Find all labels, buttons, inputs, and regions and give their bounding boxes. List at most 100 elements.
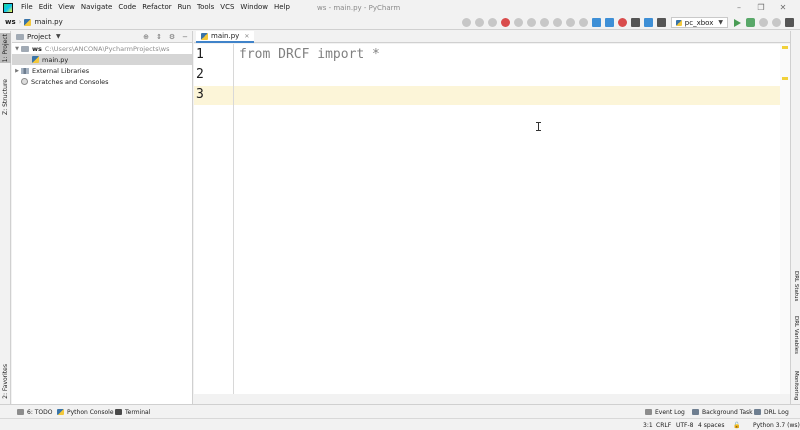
tree-item-libraries-label: External Libraries [32, 66, 90, 75]
pause-icon[interactable] [539, 18, 549, 27]
tool-tab-drl-log[interactable]: DRL Log [754, 405, 789, 419]
tool-tab-terminal-label: Terminal [125, 408, 151, 416]
title-bar: File Edit View Navigate Code Refactor Ru… [0, 0, 800, 15]
project-panel-tools: ⊕ ⇕ ⚙ − [138, 31, 190, 43]
download-icon[interactable] [565, 18, 575, 27]
debug-icon[interactable] [746, 18, 755, 27]
close-button[interactable]: ✕ [772, 3, 794, 12]
menu-tools[interactable]: Tools [194, 0, 217, 15]
indent-setting[interactable]: 4 spaces [698, 419, 724, 430]
connect-icon[interactable] [461, 18, 471, 27]
tool-tab-favorites[interactable]: 2: Favorites [0, 361, 11, 401]
tool-tab-monitoring[interactable]: Monitoring [791, 371, 800, 405]
disconnect-icon[interactable] [474, 18, 484, 27]
text-cursor-icon [536, 122, 541, 131]
resume-icon[interactable] [552, 18, 562, 27]
step-icon[interactable] [578, 18, 588, 27]
expand-arrow-icon[interactable]: ▼ [13, 46, 21, 52]
home-icon[interactable] [513, 18, 523, 27]
caret-position[interactable]: 3:1 [643, 419, 653, 430]
current-line-highlight [194, 86, 790, 105]
chevron-down-icon[interactable]: ▼ [56, 33, 61, 40]
navigation-bar: ws › main.py pc_xbox ▼ [0, 15, 800, 30]
tree-item-external-libraries[interactable]: ▶ External Libraries [12, 65, 192, 76]
servo-on-icon[interactable] [487, 18, 497, 27]
tool-tab-todo[interactable]: 6: TODO [17, 405, 52, 419]
tool-tab-drl-variables[interactable]: DRL Variables [791, 316, 800, 362]
coverage-icon[interactable] [759, 18, 768, 27]
lock-icon[interactable]: 🔓 [733, 419, 740, 430]
background-task-icon [692, 409, 699, 415]
collapse-all-icon[interactable]: ⇕ [154, 33, 164, 41]
collapse-arrow-icon[interactable]: ▶ [13, 68, 21, 74]
tool-tab-structure[interactable]: Z: Structure [0, 77, 11, 117]
tree-item-file-label: main.py [42, 55, 69, 64]
search-everywhere-icon[interactable] [785, 18, 794, 27]
tool-tab-drl-status[interactable]: DRL Status [791, 271, 800, 307]
close-tab-icon[interactable]: ✕ [244, 33, 249, 40]
folder-icon [21, 45, 29, 52]
menu-navigate[interactable]: Navigate [78, 0, 115, 15]
run-icon[interactable] [734, 18, 741, 27]
menu-vcs[interactable]: VCS [217, 0, 237, 15]
tree-item-scratches[interactable]: Scratches and Consoles [12, 76, 192, 87]
gear-icon[interactable]: ⚙ [167, 33, 177, 41]
pycharm-logo-icon [3, 2, 13, 13]
run-configuration-select[interactable]: pc_xbox ▼ [670, 17, 728, 28]
bottom-tool-strip: 6: TODO Python Console Terminal Event Lo… [0, 404, 800, 418]
code-line[interactable]: from DRCF import * [239, 47, 380, 62]
maximize-button[interactable]: ❐ [750, 3, 772, 12]
record-icon[interactable] [617, 18, 627, 27]
search-device-icon[interactable] [643, 18, 653, 27]
tool-tab-event-log[interactable]: Event Log [645, 405, 685, 419]
menu-code[interactable]: Code [115, 0, 139, 15]
line-number: 2 [196, 67, 204, 82]
tree-item-main-py[interactable]: main.py [12, 54, 192, 65]
editor-tab-main-py[interactable]: main.py ✕ [196, 31, 255, 43]
tool-tab-project-label: 1: Project [2, 33, 9, 63]
menu-edit[interactable]: Edit [36, 0, 56, 15]
menu-help[interactable]: Help [271, 0, 293, 15]
teach-icon[interactable] [630, 18, 640, 27]
export-icon[interactable] [591, 18, 601, 27]
tool-tab-background-task-label: Background Task [702, 408, 753, 416]
hide-icon[interactable]: − [180, 33, 190, 41]
breadcrumb-root[interactable]: ws [5, 18, 16, 26]
line-number: 3 [196, 87, 204, 102]
menu-file[interactable]: File [18, 0, 36, 15]
line-separator[interactable]: CRLF [656, 419, 671, 430]
locate-icon[interactable]: ⊕ [141, 33, 151, 41]
tool-tab-python-console[interactable]: Python Console [57, 405, 114, 419]
python-interpreter[interactable]: Python 3.7 (ws) [753, 419, 800, 430]
file-encoding[interactable]: UTF-8 [676, 419, 694, 430]
settings-tool-icon[interactable] [526, 18, 536, 27]
project-panel-title[interactable]: Project [27, 33, 51, 41]
tree-item-root-name: ws [32, 44, 42, 53]
tool-tab-structure-label: Z: Structure [2, 79, 9, 115]
menu-window[interactable]: Window [237, 0, 271, 15]
menu-view[interactable]: View [55, 0, 78, 15]
python-file-icon [32, 56, 39, 63]
editor-tab-label: main.py [211, 32, 240, 40]
inspection-marker[interactable] [782, 46, 788, 49]
tool-tab-python-console-label: Python Console [67, 408, 114, 416]
error-stripe[interactable] [780, 44, 790, 394]
stop-icon[interactable] [772, 18, 781, 27]
python-console-icon [57, 409, 64, 415]
tool-tab-project[interactable]: 1: Project [0, 33, 11, 63]
tool-tab-monitoring-label: Monitoring [793, 371, 799, 401]
tool-tab-background-task[interactable]: Background Task [692, 405, 753, 419]
menu-bar: File Edit View Navigate Code Refactor Ru… [18, 0, 293, 15]
tool-tab-terminal[interactable]: Terminal [115, 405, 150, 419]
tree-item-project-root[interactable]: ▼ ws C:\Users\ANCONA\PycharmProjects\ws [12, 43, 192, 54]
build-icon[interactable] [656, 18, 666, 27]
library-icon [21, 67, 29, 74]
emergency-stop-icon[interactable] [500, 18, 510, 27]
breadcrumb-file[interactable]: main.py [24, 18, 63, 26]
menu-run[interactable]: Run [175, 0, 194, 15]
scratches-icon [21, 78, 28, 85]
menu-refactor[interactable]: Refactor [139, 0, 174, 15]
minimize-button[interactable]: – [728, 3, 750, 12]
deploy-icon[interactable] [604, 18, 614, 27]
tree-item-scratches-label: Scratches and Consoles [31, 77, 109, 86]
